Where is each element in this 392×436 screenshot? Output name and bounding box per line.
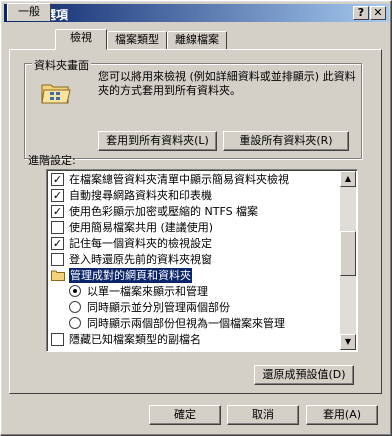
advanced-settings-label: 進階設定: xyxy=(28,154,76,167)
checkbox[interactable]: ✓ xyxy=(51,173,64,186)
scroll-up-button[interactable]: ▲ xyxy=(340,171,356,187)
tab-file-types[interactable]: 檔案類型 xyxy=(107,31,167,49)
folder-options-dialog: 資料夾選項 ? ✕ 一般 檢視 檔案類型 離線檔案 資料夾畫面 您可以將用來檢視… xyxy=(0,0,392,436)
tab-general[interactable]: 一般 xyxy=(7,3,51,21)
checkbox[interactable]: ✓ xyxy=(51,189,64,202)
checkbox[interactable]: ✓ xyxy=(51,205,64,218)
reset-all-folders-button[interactable]: 重設所有資料夾(R) xyxy=(223,131,349,151)
help-button[interactable]: ? xyxy=(353,6,369,20)
apply-to-all-folders-button[interactable]: 套用到所有資料夾(L) xyxy=(98,131,217,151)
advanced-settings-list[interactable]: ✓ 在檔案總管資料夾清單中顯示簡易資料夾檢視 ✓ 自動搜尋網路資料夾和印表機 ✓… xyxy=(46,169,358,352)
close-button[interactable]: ✕ xyxy=(370,6,386,20)
vertical-scrollbar[interactable]: ▲ ▼ xyxy=(340,171,356,350)
folder-view-group-label: 資料夾畫面 xyxy=(32,57,91,73)
cancel-button[interactable]: 取消 xyxy=(227,405,299,425)
ok-button[interactable]: 確定 xyxy=(149,405,221,425)
checkbox[interactable] xyxy=(51,333,64,346)
scroll-down-button[interactable]: ▼ xyxy=(340,334,356,350)
apply-button[interactable]: 套用(A) xyxy=(306,405,378,425)
radio-button[interactable] xyxy=(69,285,81,297)
title-bar[interactable]: 資料夾選項 ? ✕ xyxy=(4,4,389,22)
radio-button[interactable] xyxy=(69,317,81,329)
restore-defaults-button[interactable]: 還原成預設值(D) xyxy=(254,365,354,385)
arrow-down-icon: ▼ xyxy=(344,337,352,346)
checkbox[interactable] xyxy=(51,221,64,234)
radio-button[interactable] xyxy=(69,301,81,313)
arrow-up-icon: ▲ xyxy=(344,174,352,183)
close-icon: ✕ xyxy=(373,6,383,19)
scrollbar-thumb[interactable] xyxy=(340,231,356,276)
folder-view-description: 您可以將用來檢視 (例如詳細資料或並排顯示) 此資料夾的方式套用到所有資料夾。 xyxy=(98,70,356,97)
checkbox[interactable]: ✓ xyxy=(51,237,64,250)
tab-view[interactable]: 檢視 xyxy=(55,29,107,50)
folder-icon xyxy=(51,270,65,281)
checkbox[interactable] xyxy=(51,253,64,266)
folder-views-icon xyxy=(41,84,71,104)
tab-offline-files[interactable]: 離線檔案 xyxy=(167,31,227,49)
